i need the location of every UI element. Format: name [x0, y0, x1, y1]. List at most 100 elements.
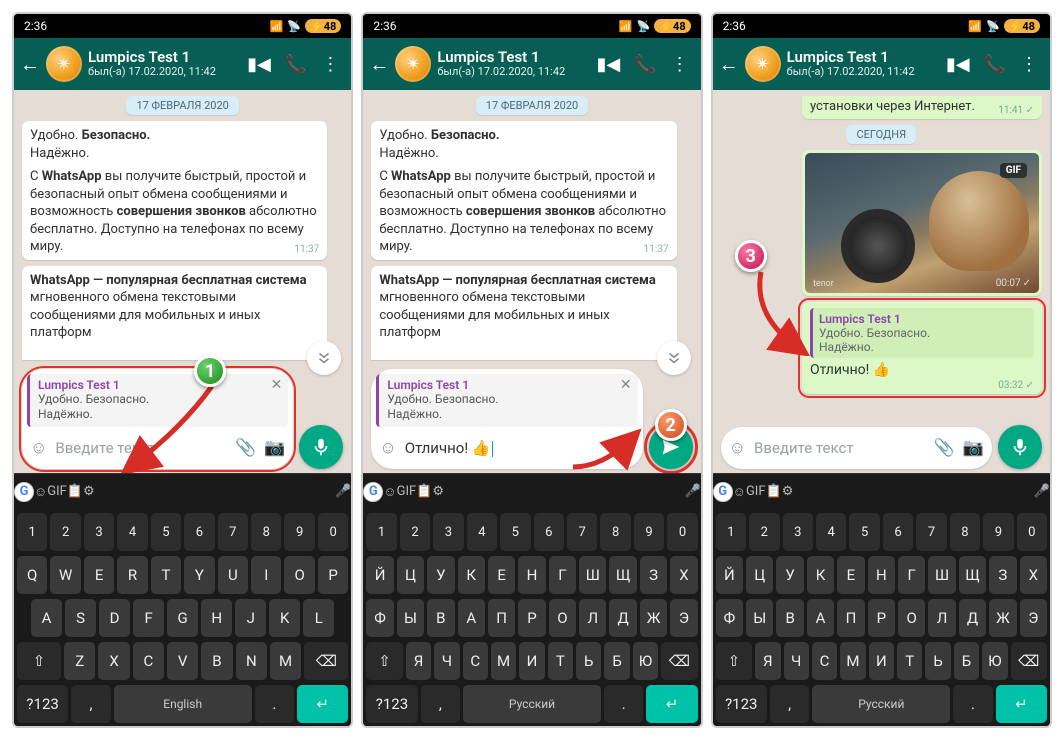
key-Л[interactable]: Л [928, 599, 955, 637]
key-Х[interactable]: Х [1020, 556, 1047, 594]
key-I[interactable]: I [251, 556, 281, 594]
reply-message[interactable]: Lumpics Test 1 Удобно. Безопасно.Надёжно… [802, 302, 1042, 394]
key-Q[interactable]: Q [17, 556, 47, 594]
key-Э[interactable]: Э [1020, 599, 1047, 637]
key-U[interactable]: U [218, 556, 248, 594]
key-Ю[interactable]: Ю [633, 642, 658, 680]
key-Ь[interactable]: Ь [576, 642, 601, 680]
key-З[interactable]: З [989, 556, 1016, 594]
key-Й[interactable]: Й [366, 556, 393, 594]
key-J[interactable]: J [235, 599, 266, 637]
backspace-key[interactable]: ⌫ [661, 642, 697, 680]
clipboard-icon[interactable]: 📋 [67, 484, 83, 499]
key-В[interactable]: В [776, 599, 803, 637]
key-L[interactable]: L [303, 599, 334, 637]
more-icon[interactable]: ⋮ [321, 54, 339, 75]
key-Б[interactable]: Б [954, 642, 979, 680]
key-Ы[interactable]: Ы [397, 599, 424, 637]
scroll-down-fab[interactable] [657, 341, 691, 375]
key-Я[interactable]: Я [406, 642, 431, 680]
mic-button[interactable] [299, 425, 343, 469]
key-О[interactable]: О [549, 599, 576, 637]
key-A[interactable]: A [31, 599, 62, 637]
compose-box[interactable]: Lumpics Test 1 Удобно. Безопасно.Надёжно… [22, 369, 293, 469]
compose-input[interactable]: Отлично! 👍 [405, 439, 635, 457]
key-2[interactable]: 2 [749, 513, 779, 551]
voice-call-icon[interactable]: 📞 [984, 54, 1006, 75]
key-Г[interactable]: Г [549, 556, 576, 594]
key-T[interactable]: T [151, 556, 181, 594]
key-Т[interactable]: Т [897, 642, 922, 680]
emoji-icon[interactable]: ☺ [379, 438, 396, 458]
key-3[interactable]: 3 [783, 513, 813, 551]
key-Р[interactable]: Р [518, 599, 545, 637]
quote-close-icon[interactable]: ✕ [271, 377, 283, 393]
video-call-icon[interactable]: ▮◀ [596, 54, 620, 75]
key-Б[interactable]: Б [604, 642, 629, 680]
backspace-key[interactable]: ⌫ [304, 642, 348, 680]
key-7[interactable]: 7 [218, 513, 248, 551]
key-K[interactable]: K [269, 599, 300, 637]
key-0[interactable]: 0 [318, 513, 348, 551]
key-2[interactable]: 2 [50, 513, 80, 551]
key-Ж[interactable]: Ж [989, 599, 1016, 637]
more-icon[interactable]: ⋮ [671, 54, 689, 75]
key-E[interactable]: E [84, 556, 114, 594]
key-F[interactable]: F [133, 599, 164, 637]
key-Ц[interactable]: Ц [397, 556, 424, 594]
comma-key[interactable]: , [71, 685, 110, 723]
key-З[interactable]: З [640, 556, 667, 594]
back-button[interactable]: ← [719, 52, 739, 77]
symbols-key[interactable]: ?123 [17, 685, 68, 723]
attach-icon[interactable]: 📎 [235, 438, 256, 458]
key-Г[interactable]: Г [898, 556, 925, 594]
shift-key[interactable]: ⇧ [17, 642, 61, 680]
key-O[interactable]: O [284, 556, 314, 594]
key-P[interactable]: P [318, 556, 348, 594]
key-К[interactable]: К [807, 556, 834, 594]
video-call-icon[interactable]: ▮◀ [247, 54, 271, 75]
key-И[interactable]: И [869, 642, 894, 680]
gif-key[interactable]: GIF [47, 484, 67, 499]
key-П[interactable]: П [488, 599, 515, 637]
key-0[interactable]: 0 [667, 513, 697, 551]
key-Ь[interactable]: Ь [925, 642, 950, 680]
key-Ф[interactable]: Ф [716, 599, 743, 637]
key-Щ[interactable]: Щ [959, 556, 986, 594]
key-Ч[interactable]: Ч [434, 642, 459, 680]
key-1[interactable]: 1 [17, 513, 47, 551]
key-Ю[interactable]: Ю [982, 642, 1007, 680]
chat-avatar[interactable]: ✴ [745, 46, 781, 82]
mic-icon[interactable]: 🎤 [335, 484, 351, 499]
header-titles[interactable]: Lumpics Test 1 был(-а) 17.02.2020, 11:42 [88, 49, 241, 79]
key-Д[interactable]: Д [609, 599, 636, 637]
video-call-icon[interactable]: ▮◀ [946, 54, 970, 75]
key-В[interactable]: В [427, 599, 454, 637]
key-5[interactable]: 5 [151, 513, 181, 551]
key-8[interactable]: 8 [950, 513, 980, 551]
key-Ж[interactable]: Ж [640, 599, 667, 637]
mic-button[interactable] [998, 425, 1042, 469]
key-М[interactable]: М [491, 642, 516, 680]
compose-input[interactable]: Введите текст [55, 439, 227, 457]
key-Ш[interactable]: Ш [579, 556, 606, 594]
camera-icon[interactable]: 📷 [963, 438, 984, 458]
key-Ч[interactable]: Ч [784, 642, 809, 680]
key-6[interactable]: 6 [184, 513, 214, 551]
key-Ц[interactable]: Ц [746, 556, 773, 594]
key-D[interactable]: D [99, 599, 130, 637]
key-М[interactable]: М [840, 642, 865, 680]
key-R[interactable]: R [117, 556, 147, 594]
key-9[interactable]: 9 [284, 513, 314, 551]
key-Ы[interactable]: Ы [746, 599, 773, 637]
key-С[interactable]: С [812, 642, 837, 680]
message-bubble-2[interactable]: WhatsApp — популярная бесплатная система… [371, 266, 676, 360]
key-0[interactable]: 0 [1017, 513, 1047, 551]
key-V[interactable]: V [167, 642, 198, 680]
voice-call-icon[interactable]: 📞 [285, 54, 307, 75]
key-А[interactable]: А [807, 599, 834, 637]
key-Т[interactable]: Т [548, 642, 573, 680]
key-Z[interactable]: Z [64, 642, 95, 680]
key-Е[interactable]: Е [488, 556, 515, 594]
key-Д[interactable]: Д [959, 599, 986, 637]
